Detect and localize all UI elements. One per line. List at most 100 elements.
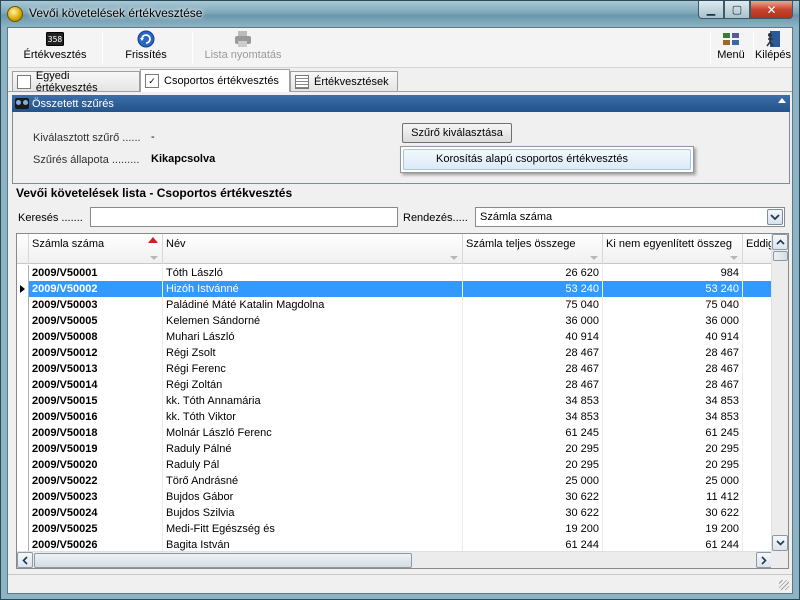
table-cell[interactable]: 40 914 <box>603 329 743 345</box>
table-cell[interactable] <box>743 329 772 345</box>
row-indicator[interactable] <box>17 441 29 457</box>
close-button[interactable]: ✕ <box>750 1 793 19</box>
table-cell[interactable] <box>743 521 772 537</box>
row-indicator[interactable] <box>17 361 29 377</box>
table-cell[interactable] <box>743 393 772 409</box>
table-cell[interactable]: 2009/V50002 <box>29 281 163 297</box>
column-header[interactable]: Ki nem egyenlített összeg <box>603 234 743 264</box>
table-cell[interactable]: 30 622 <box>463 505 603 521</box>
scroll-right-button[interactable] <box>756 552 772 568</box>
table-row[interactable]: 2009/V50023 Bujdos Gábor 30 622 11 412 <box>17 489 772 505</box>
resize-grip-icon[interactable] <box>779 580 789 590</box>
table-cell[interactable]: 2009/V50020 <box>29 457 163 473</box>
table-cell[interactable]: 20 295 <box>463 457 603 473</box>
table-cell[interactable]: Régi Ferenc <box>163 361 463 377</box>
table-cell[interactable]: 20 295 <box>463 441 603 457</box>
table-cell[interactable]: Régi Zoltán <box>163 377 463 393</box>
table-row[interactable]: 2009/V50008 Muhari László 40 914 40 914 <box>17 329 772 345</box>
table-cell[interactable] <box>743 409 772 425</box>
table-row[interactable]: 2009/V50003 Paládiné Máté Katalin Magdoln… <box>17 297 772 313</box>
column-header[interactable]: Számla száma <box>29 234 163 264</box>
table-row[interactable]: 2009/V50002 Hizóh Istvánné 53 240 53 240 <box>17 281 772 297</box>
column-filter-icon[interactable] <box>730 256 738 260</box>
table-cell[interactable]: 34 853 <box>463 409 603 425</box>
horizontal-scroll-thumb[interactable] <box>34 553 412 568</box>
table-cell[interactable]: 19 200 <box>463 521 603 537</box>
table-row[interactable]: 2009/V50013 Régi Ferenc 28 467 28 467 <box>17 361 772 377</box>
horizontal-scrollbar[interactable] <box>17 551 772 568</box>
table-cell[interactable]: 40 914 <box>463 329 603 345</box>
kilepes-button[interactable]: Kilépés <box>755 30 791 66</box>
choose-filter-button[interactable]: Szűrő kiválasztása <box>402 123 512 143</box>
chevron-down-icon[interactable] <box>767 209 783 225</box>
table-cell[interactable] <box>743 473 772 489</box>
table-row[interactable]: 2009/V50022 Törő Andrásné 25 000 25 000 <box>17 473 772 489</box>
vertical-scrollbar[interactable] <box>771 234 788 551</box>
table-cell[interactable]: Paládiné Máté Katalin Magdolna <box>163 297 463 313</box>
table-cell[interactable]: Bujdos Szilvia <box>163 505 463 521</box>
table-cell[interactable]: 53 240 <box>603 281 743 297</box>
row-indicator[interactable] <box>17 473 29 489</box>
table-cell[interactable]: Raduly Pálné <box>163 441 463 457</box>
table-cell[interactable] <box>743 377 772 393</box>
table-cell[interactable]: 25 000 <box>603 473 743 489</box>
table-cell[interactable]: 2009/V50008 <box>29 329 163 345</box>
table-cell[interactable]: 2009/V50003 <box>29 297 163 313</box>
table-row[interactable]: 2009/V50019 Raduly Pálné 20 295 20 295 <box>17 441 772 457</box>
row-indicator[interactable] <box>17 521 29 537</box>
row-indicator[interactable] <box>17 281 29 297</box>
title-bar[interactable]: Vevői követelések értékvesztése ▁ ▢ ✕ <box>1 1 799 27</box>
table-row[interactable]: 2009/V50015 kk. Tóth Annamária 34 853 34 85… <box>17 393 772 409</box>
table-cell[interactable]: Hizóh Istvánné <box>163 281 463 297</box>
tab-egyedi[interactable]: Egyedi értékvesztés <box>12 70 140 94</box>
table-cell[interactable]: 2009/V50014 <box>29 377 163 393</box>
table-cell[interactable] <box>743 345 772 361</box>
table-cell[interactable] <box>743 505 772 521</box>
table-cell[interactable]: 2009/V50016 <box>29 409 163 425</box>
table-cell[interactable]: 34 853 <box>603 409 743 425</box>
table-cell[interactable]: 2009/V50025 <box>29 521 163 537</box>
table-cell[interactable]: Tóth László <box>163 265 463 281</box>
column-filter-icon[interactable] <box>590 256 598 260</box>
column-filter-icon[interactable] <box>450 256 458 260</box>
table-cell[interactable]: 28 467 <box>603 377 743 393</box>
row-indicator[interactable] <box>17 297 29 313</box>
table-cell[interactable] <box>743 281 772 297</box>
table-cell[interactable] <box>743 457 772 473</box>
table-cell[interactable]: 2009/V50022 <box>29 473 163 489</box>
row-indicator[interactable] <box>17 505 29 521</box>
row-indicator[interactable] <box>17 345 29 361</box>
table-cell[interactable]: Kelemen Sándorné <box>163 313 463 329</box>
column-filter-icon[interactable] <box>150 256 158 260</box>
table-row[interactable]: 2009/V50012 Régi Zsolt 28 467 28 467 <box>17 345 772 361</box>
column-header[interactable]: Név <box>163 234 463 264</box>
table-cell[interactable]: 28 467 <box>603 361 743 377</box>
table-row[interactable]: 2009/V50020 Raduly Pál 20 295 20 295 <box>17 457 772 473</box>
table-cell[interactable]: 34 853 <box>603 393 743 409</box>
table-cell[interactable] <box>743 361 772 377</box>
table-cell[interactable]: 28 467 <box>463 361 603 377</box>
table-cell[interactable] <box>743 425 772 441</box>
sort-select[interactable]: Számla száma <box>475 207 785 227</box>
table-cell[interactable]: kk. Tóth Viktor <box>163 409 463 425</box>
row-indicator[interactable] <box>17 425 29 441</box>
table-cell[interactable]: 36 000 <box>463 313 603 329</box>
search-input[interactable] <box>90 207 398 227</box>
tab-ertekvesztesek[interactable]: Értékvesztések <box>290 71 398 91</box>
row-indicator[interactable] <box>17 457 29 473</box>
minimize-button[interactable]: ▁ <box>698 1 724 19</box>
table-cell[interactable]: 61 245 <box>463 425 603 441</box>
table-cell[interactable]: 2009/V50015 <box>29 393 163 409</box>
table-cell[interactable]: 984 <box>603 265 743 281</box>
table-cell[interactable]: 26 620 <box>463 265 603 281</box>
table-cell[interactable] <box>743 265 772 281</box>
table-cell[interactable]: 75 040 <box>463 297 603 313</box>
table-cell[interactable]: 20 295 <box>603 441 743 457</box>
row-indicator[interactable] <box>17 409 29 425</box>
table-cell[interactable]: 25 000 <box>463 473 603 489</box>
scroll-up-button[interactable] <box>772 234 788 250</box>
table-cell[interactable]: 30 622 <box>463 489 603 505</box>
table-cell[interactable]: 28 467 <box>463 377 603 393</box>
table-cell[interactable]: 28 467 <box>463 345 603 361</box>
table-cell[interactable]: 30 622 <box>603 505 743 521</box>
